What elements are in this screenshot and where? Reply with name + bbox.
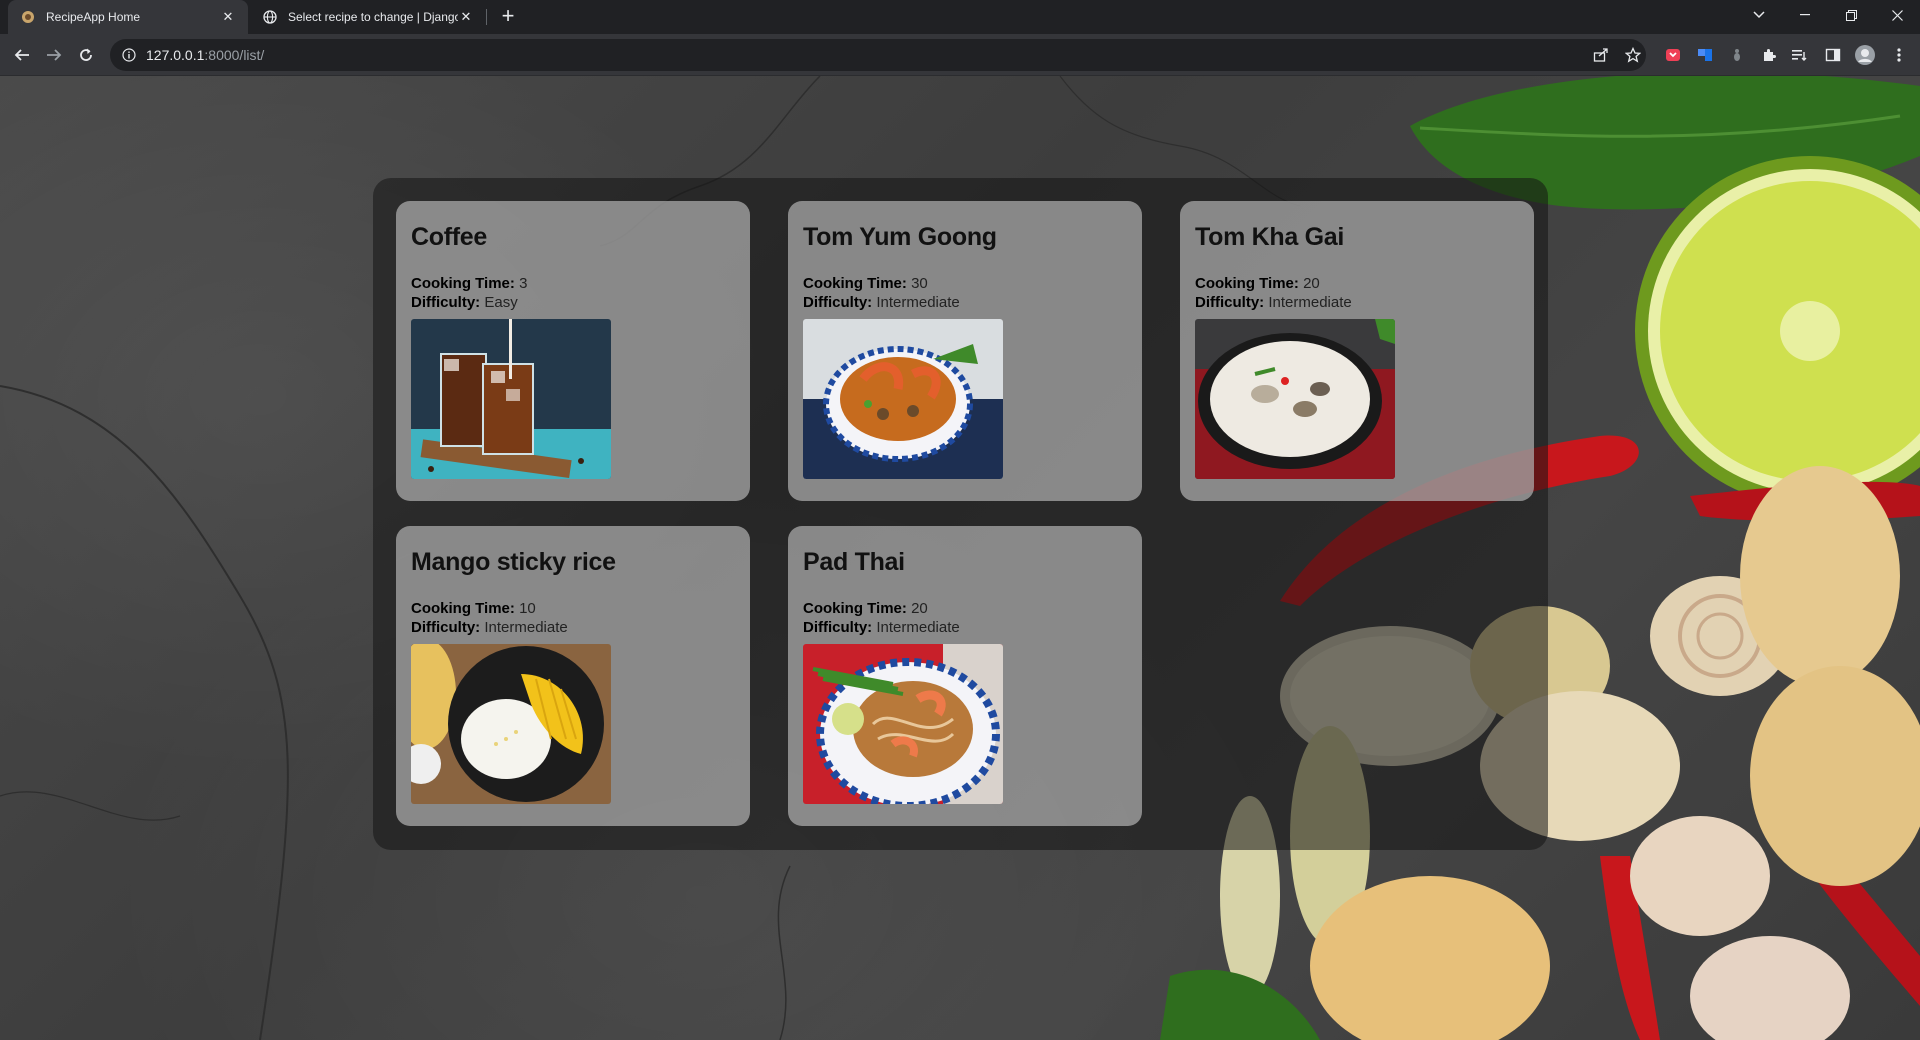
recipe-card[interactable]: Tom Kha Gai Cooking Time: 20 Difficulty:… bbox=[1180, 201, 1534, 501]
difficulty-label: Difficulty: bbox=[411, 619, 481, 636]
recipe-name[interactable]: Tom Kha Gai bbox=[1195, 223, 1519, 252]
browser-toolbar: 127.0.0.1:8000/list/ bbox=[0, 34, 1920, 76]
browser-tabstrip: RecipeApp Home ✕ Select recipe to change… bbox=[0, 0, 1920, 34]
forward-arrow-icon[interactable] bbox=[40, 41, 68, 69]
difficulty-label: Difficulty: bbox=[1195, 294, 1265, 311]
difficulty-value: Intermediate bbox=[1268, 294, 1352, 311]
recipe-name[interactable]: Mango sticky rice bbox=[411, 548, 735, 577]
cooking-time-label: Cooking Time: bbox=[411, 275, 515, 292]
minimize-icon[interactable] bbox=[1782, 0, 1828, 30]
difficulty-value: Intermediate bbox=[876, 619, 960, 636]
cooking-time: Cooking Time: 20 bbox=[1195, 274, 1519, 293]
tab-search-chevron-icon[interactable] bbox=[1736, 0, 1782, 30]
tab-title: RecipeApp Home bbox=[46, 10, 141, 24]
difficulty-label: Difficulty: bbox=[411, 294, 481, 311]
cooking-time-value: 10 bbox=[519, 600, 536, 617]
translate-extension-icon[interactable] bbox=[1692, 42, 1718, 68]
recipe-name[interactable]: Pad Thai bbox=[803, 548, 1127, 577]
cooking-time: Cooking Time: 10 bbox=[411, 599, 735, 618]
cooking-time: Cooking Time: 3 bbox=[411, 274, 735, 293]
url-host: 127.0.0.1 bbox=[146, 47, 205, 63]
cooking-time-value: 3 bbox=[519, 275, 528, 292]
recipe-list-container: Coffee Cooking Time: 3 Difficulty: Easy bbox=[373, 178, 1548, 850]
puzzle-extensions-icon[interactable] bbox=[1756, 42, 1782, 68]
difficulty-value: Intermediate bbox=[484, 619, 568, 636]
tab-title: Select recipe to change | Django bbox=[288, 10, 458, 24]
recipe-card[interactable]: Tom Yum Goong Cooking Time: 30 Difficult… bbox=[788, 201, 1142, 501]
tab-recipeapp-home[interactable]: RecipeApp Home ✕ bbox=[8, 0, 248, 34]
dim-extension-icon[interactable] bbox=[1724, 42, 1750, 68]
tom-yum-soup-photo[interactable] bbox=[803, 319, 1003, 479]
tom-kha-soup-photo[interactable] bbox=[1195, 319, 1395, 479]
bookmark-star-icon[interactable] bbox=[1620, 42, 1646, 68]
difficulty: Difficulty: Intermediate bbox=[803, 618, 1127, 637]
difficulty: Difficulty: Easy bbox=[411, 293, 735, 312]
recipe-name[interactable]: Coffee bbox=[411, 223, 735, 252]
cooking-time: Cooking Time: 20 bbox=[803, 599, 1127, 618]
page-viewport: Coffee Cooking Time: 3 Difficulty: Easy bbox=[0, 76, 1920, 1040]
recipe-name[interactable]: Tom Yum Goong bbox=[803, 223, 1127, 252]
globe-icon bbox=[262, 9, 278, 25]
url-path: :8000/list/ bbox=[204, 47, 265, 63]
tab-divider bbox=[486, 9, 487, 25]
difficulty-label: Difficulty: bbox=[803, 294, 873, 311]
kebab-menu-icon[interactable] bbox=[1886, 42, 1912, 68]
difficulty: Difficulty: Intermediate bbox=[411, 618, 735, 637]
mango-sticky-rice-photo[interactable] bbox=[411, 644, 611, 804]
cooking-time-value: 20 bbox=[911, 600, 928, 617]
profile-avatar-icon[interactable] bbox=[1852, 42, 1878, 68]
difficulty-value: Easy bbox=[484, 294, 518, 311]
close-window-icon[interactable] bbox=[1874, 0, 1920, 30]
cooking-time-label: Cooking Time: bbox=[1195, 275, 1299, 292]
share-icon[interactable] bbox=[1588, 42, 1614, 68]
difficulty: Difficulty: Intermediate bbox=[803, 293, 1127, 312]
difficulty: Difficulty: Intermediate bbox=[1195, 293, 1519, 312]
tab-close-icon[interactable]: ✕ bbox=[220, 9, 236, 25]
cooking-time-label: Cooking Time: bbox=[803, 275, 907, 292]
iced-coffee-photo[interactable] bbox=[411, 319, 611, 479]
restore-icon[interactable] bbox=[1828, 0, 1874, 30]
site-info-icon[interactable] bbox=[120, 46, 138, 64]
reload-icon[interactable] bbox=[72, 41, 100, 69]
pad-thai-photo[interactable] bbox=[803, 644, 1003, 804]
difficulty-label: Difficulty: bbox=[803, 619, 873, 636]
cooking-time-label: Cooking Time: bbox=[803, 600, 907, 617]
tab-close-icon[interactable]: ✕ bbox=[458, 9, 474, 25]
cooking-time: Cooking Time: 30 bbox=[803, 274, 1127, 293]
reading-list-icon[interactable] bbox=[1786, 42, 1812, 68]
pocket-extension-icon[interactable] bbox=[1660, 42, 1686, 68]
cooking-time-label: Cooking Time: bbox=[411, 600, 515, 617]
difficulty-value: Intermediate bbox=[876, 294, 960, 311]
cooking-time-value: 30 bbox=[911, 275, 928, 292]
new-tab-plus-icon[interactable]: + bbox=[496, 5, 520, 29]
recipeapp-favicon-icon bbox=[20, 9, 36, 25]
recipe-card[interactable]: Coffee Cooking Time: 3 Difficulty: Easy bbox=[396, 201, 750, 501]
recipe-card[interactable]: Mango sticky rice Cooking Time: 10 Diffi… bbox=[396, 526, 750, 826]
cooking-time-value: 20 bbox=[1303, 275, 1320, 292]
back-arrow-icon[interactable] bbox=[8, 41, 36, 69]
tab-django-admin[interactable]: Select recipe to change | Django ✕ bbox=[250, 0, 486, 34]
side-panel-icon[interactable] bbox=[1820, 42, 1846, 68]
recipe-card[interactable]: Pad Thai Cooking Time: 20 Difficulty: In… bbox=[788, 526, 1142, 826]
address-bar[interactable]: 127.0.0.1:8000/list/ bbox=[110, 39, 1646, 71]
